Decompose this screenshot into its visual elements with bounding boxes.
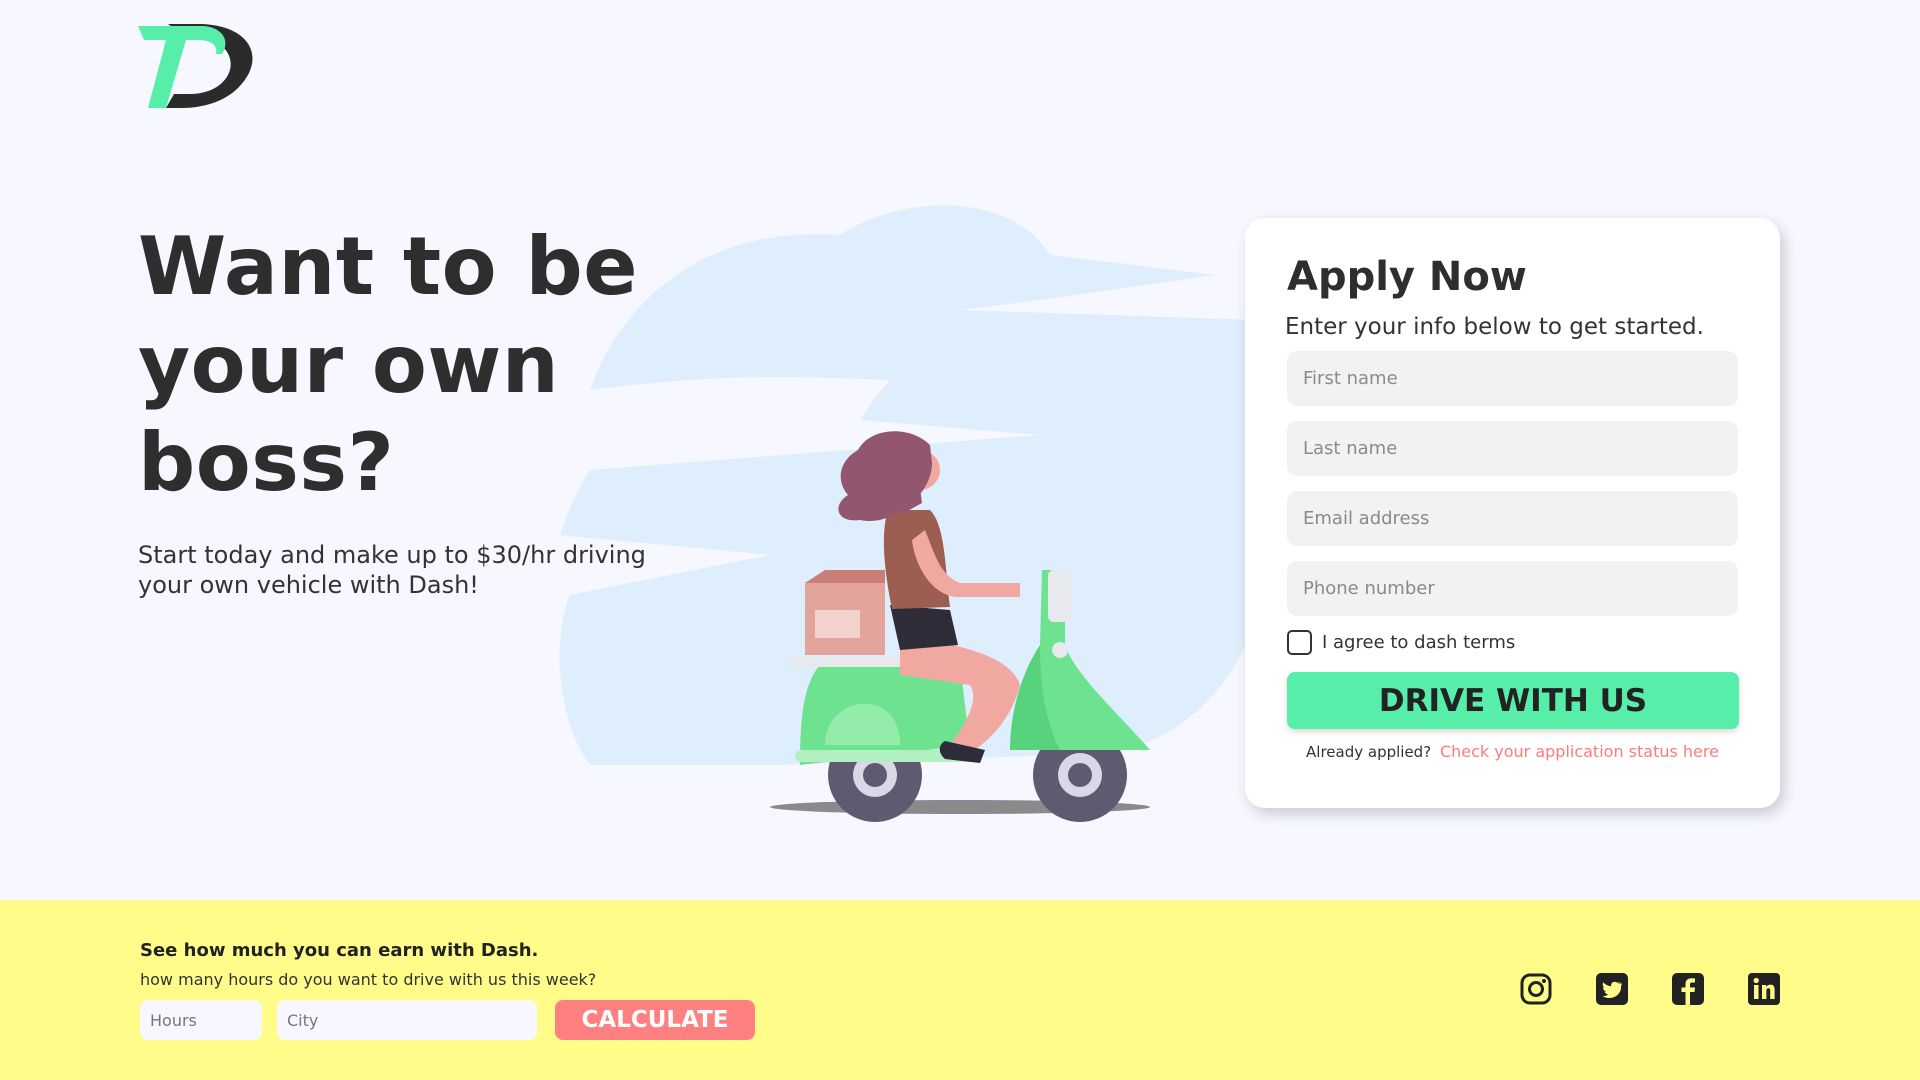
linkedin-icon[interactable] <box>1747 972 1781 1006</box>
apply-card: Apply Now Enter your info below to get s… <box>1245 218 1780 808</box>
email-input[interactable] <box>1287 491 1738 546</box>
apply-title: Apply Now <box>1287 254 1527 300</box>
already-applied-text: Already applied? <box>1306 743 1432 761</box>
twitter-icon[interactable] <box>1595 972 1629 1006</box>
agree-checkbox[interactable] <box>1287 630 1312 655</box>
instagram-icon[interactable] <box>1519 972 1553 1006</box>
drive-with-us-button[interactable]: DRIVE WITH US <box>1287 672 1739 729</box>
earnings-footer: See how much you can earn with Dash. how… <box>0 900 1920 1080</box>
city-input[interactable] <box>277 1000 537 1040</box>
earn-question: how many hours do you want to drive with… <box>140 970 597 989</box>
hours-input[interactable] <box>140 1000 262 1040</box>
earn-title: See how much you can earn with Dash. <box>140 940 539 961</box>
first-name-input[interactable] <box>1287 351 1738 406</box>
agree-label: I agree to dash terms <box>1322 632 1516 653</box>
last-name-input[interactable] <box>1287 421 1738 476</box>
apply-subtitle: Enter your info below to get started. <box>1285 314 1704 340</box>
facebook-icon[interactable] <box>1671 972 1705 1006</box>
phone-input[interactable] <box>1287 561 1738 616</box>
check-status-link[interactable]: Check your application status here <box>1440 742 1719 761</box>
already-applied: Already applied? Check your application … <box>1245 742 1780 761</box>
dash-logo[interactable] <box>138 24 258 108</box>
agree-terms[interactable]: I agree to dash terms <box>1287 630 1515 655</box>
scooter-illustration <box>559 205 1260 822</box>
calculate-button[interactable]: CALCULATE <box>555 1000 755 1040</box>
